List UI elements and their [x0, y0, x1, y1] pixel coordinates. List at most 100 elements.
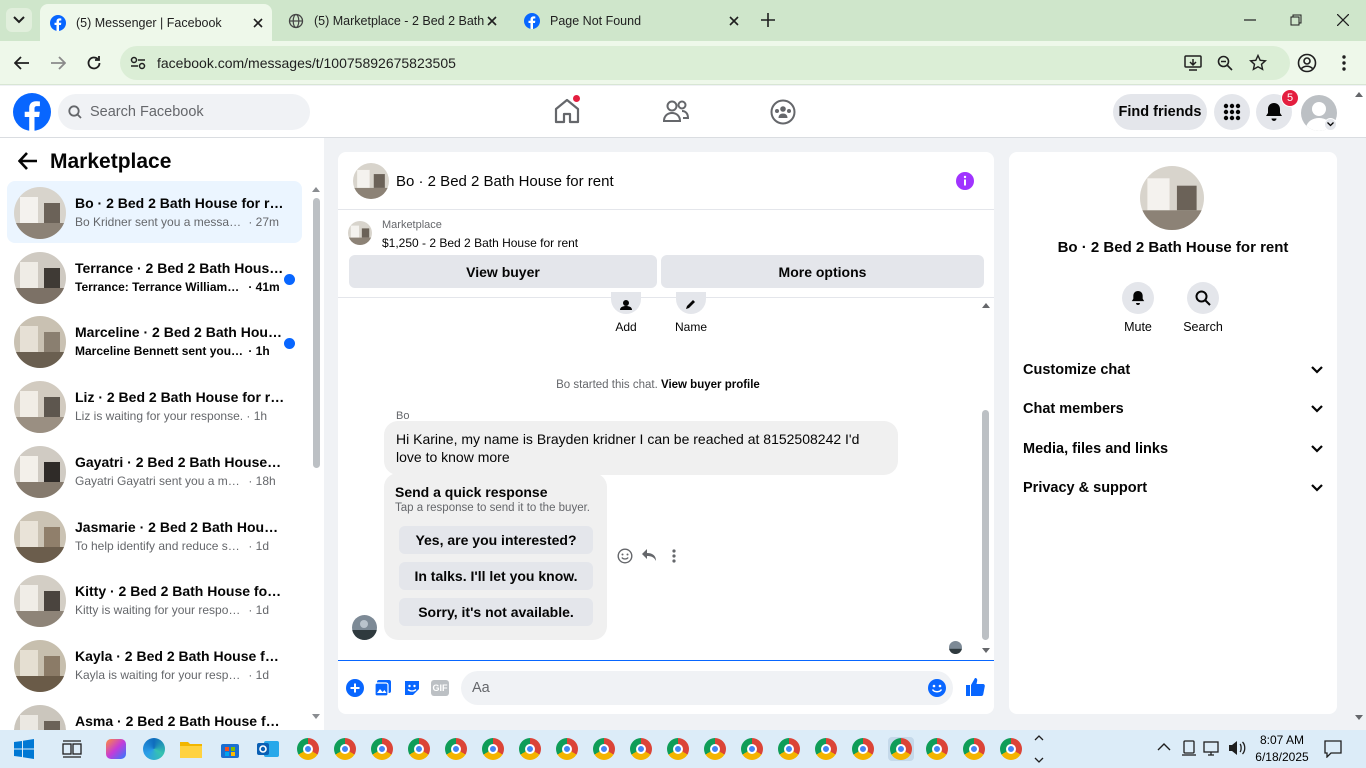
close-window-button[interactable] — [1333, 10, 1353, 30]
close-tab-icon[interactable] — [726, 13, 742, 29]
name-chat-action[interactable]: Name — [666, 292, 716, 334]
chrome-taskbar-icon[interactable] — [666, 737, 690, 761]
conversation-row[interactable]: Liz · 2 Bed 2 Bath House for rent Liz is … — [7, 375, 302, 437]
notification-center-icon[interactable] — [1324, 740, 1342, 758]
chrome-taskbar-icon[interactable] — [703, 737, 727, 761]
close-tab-icon[interactable] — [250, 15, 266, 31]
chrome-taskbar-icon[interactable] — [740, 737, 764, 761]
outlook-icon[interactable] — [256, 737, 280, 761]
add-people-action[interactable]: Add — [601, 292, 651, 334]
quick-reply-button[interactable]: In talks. I'll let you know. — [399, 562, 593, 590]
task-view-button[interactable] — [60, 737, 84, 761]
microsoft-store-icon[interactable] — [218, 737, 242, 761]
site-settings-icon[interactable] — [130, 56, 146, 70]
conversation-row[interactable]: Kitty · 2 Bed 2 Bath House for re... Kitt… — [7, 569, 302, 631]
close-tab-icon[interactable] — [484, 13, 500, 29]
address-bar[interactable]: facebook.com/messages/t/1007589267582350… — [120, 46, 1290, 80]
media-files-section[interactable]: Media, files and links — [1023, 434, 1323, 464]
chrome-taskbar-icon[interactable] — [999, 737, 1023, 761]
restore-button[interactable] — [1286, 10, 1306, 30]
scrollbar-thumb[interactable] — [313, 198, 320, 468]
reload-button[interactable] — [84, 53, 104, 73]
copilot-icon[interactable] — [104, 737, 128, 761]
chrome-taskbar-icon-active[interactable] — [888, 737, 914, 761]
react-emoji-icon[interactable] — [617, 548, 633, 564]
zoom-icon[interactable] — [1217, 55, 1233, 71]
chrome-taskbar-icon[interactable] — [370, 737, 394, 761]
tab-search-button[interactable] — [6, 8, 32, 32]
network-icon[interactable] — [1203, 740, 1221, 756]
chrome-taskbar-icon[interactable] — [629, 737, 653, 761]
chat-title[interactable]: Bo · 2 Bed 2 Bath House for rent — [396, 173, 614, 190]
back-arrow-icon[interactable] — [18, 152, 38, 170]
info-icon[interactable] — [956, 172, 974, 190]
system-clock[interactable]: 8:07 AM 6/18/2025 — [1254, 732, 1310, 766]
conversation-row[interactable]: Jasmarie · 2 Bed 2 Bath House f... To hel… — [7, 505, 302, 567]
browser-menu-button[interactable] — [1334, 53, 1354, 73]
customize-chat-section[interactable]: Customize chat — [1023, 355, 1323, 385]
chrome-taskbar-icon[interactable] — [925, 737, 949, 761]
file-explorer-icon[interactable] — [179, 737, 203, 761]
page-scrollbar[interactable] — [1352, 86, 1366, 730]
quick-reply-button[interactable]: Sorry, it's not available. — [399, 598, 593, 626]
chrome-taskbar-icon[interactable] — [777, 737, 801, 761]
chrome-taskbar-icon[interactable] — [296, 737, 320, 761]
conversation-row[interactable]: Kayla · 2 Bed 2 Bath House for r... Kayla… — [7, 634, 302, 696]
sticker-icon[interactable] — [403, 679, 421, 697]
nav-home[interactable] — [553, 95, 581, 124]
tab-page-not-found[interactable]: Page Not Found — [514, 0, 748, 41]
chrome-taskbar-icon[interactable] — [444, 737, 468, 761]
sidebar-scrollbar[interactable] — [312, 186, 320, 719]
chrome-taskbar-icon[interactable] — [481, 737, 505, 761]
back-button[interactable] — [12, 53, 32, 73]
gif-icon[interactable]: GIF — [431, 680, 449, 696]
profile-button[interactable] — [1297, 53, 1317, 73]
conversation-row[interactable]: Gayatri · 2 Bed 2 Bath House for... Gayat… — [7, 440, 302, 502]
photo-icon[interactable] — [374, 679, 392, 697]
taskbar-overflow-arrows[interactable] — [1034, 732, 1046, 766]
account-chevron-icon[interactable] — [1324, 118, 1337, 131]
emoji-icon[interactable] — [928, 679, 946, 697]
message-input[interactable]: Aa — [461, 671, 953, 705]
reply-icon[interactable] — [641, 548, 657, 562]
chat-members-section[interactable]: Chat members — [1023, 394, 1323, 424]
chrome-taskbar-icon[interactable] — [814, 737, 838, 761]
chat-avatar[interactable] — [353, 163, 389, 199]
plus-circle-icon[interactable] — [346, 679, 364, 697]
nav-friends[interactable] — [662, 99, 690, 123]
chrome-taskbar-icon[interactable] — [518, 737, 542, 761]
menu-button[interactable] — [1214, 94, 1250, 130]
facebook-logo-icon[interactable] — [13, 93, 51, 131]
search-in-chat-button[interactable]: Search — [1173, 282, 1233, 334]
listing-title[interactable]: $1,250 - 2 Bed 2 Bath House for rent — [382, 236, 578, 250]
new-tab-button[interactable] — [758, 10, 778, 30]
search-facebook-input[interactable]: Search Facebook — [58, 94, 310, 130]
edge-icon[interactable] — [142, 737, 166, 761]
message-bubble[interactable]: Hi Karine, my name is Brayden kridner I … — [384, 421, 898, 475]
tray-chevron-up-icon[interactable] — [1157, 742, 1171, 752]
conversation-row[interactable]: Bo · 2 Bed 2 Bath House for rent Bo Kridn… — [7, 181, 302, 243]
tab-marketplace[interactable]: (5) Marketplace - 2 Bed 2 Bath House for… — [278, 0, 506, 41]
conversation-row[interactable]: Terrance · 2 Bed 2 Bath House ... Terranc… — [7, 246, 302, 308]
conversation-row[interactable]: Asma · 2 Bed 2 Bath House for r... — [7, 699, 302, 730]
listing-thumbnail[interactable] — [348, 221, 372, 245]
tab-messenger[interactable]: (5) Messenger | Facebook — [40, 4, 272, 41]
thumbs-up-icon[interactable] — [965, 677, 985, 697]
chrome-taskbar-icon[interactable] — [851, 737, 875, 761]
scrollbar-thumb[interactable] — [982, 410, 989, 640]
nav-groups[interactable] — [770, 99, 796, 125]
chrome-taskbar-icon[interactable] — [333, 737, 357, 761]
more-vertical-icon[interactable] — [672, 549, 676, 563]
chat-scrollbar[interactable] — [980, 298, 992, 660]
chrome-taskbar-icon[interactable] — [592, 737, 616, 761]
bookmark-star-icon[interactable] — [1249, 54, 1267, 72]
find-friends-button[interactable]: Find friends — [1113, 94, 1207, 130]
chat-info-avatar[interactable] — [1140, 166, 1204, 230]
minimize-button[interactable] — [1240, 10, 1260, 30]
sender-avatar[interactable] — [352, 615, 377, 640]
device-icon[interactable] — [1181, 740, 1197, 756]
install-app-icon[interactable] — [1184, 54, 1202, 72]
view-buyer-profile-link[interactable]: View buyer profile — [661, 379, 760, 391]
forward-button[interactable] — [48, 53, 68, 73]
more-options-button[interactable]: More options — [661, 255, 984, 288]
